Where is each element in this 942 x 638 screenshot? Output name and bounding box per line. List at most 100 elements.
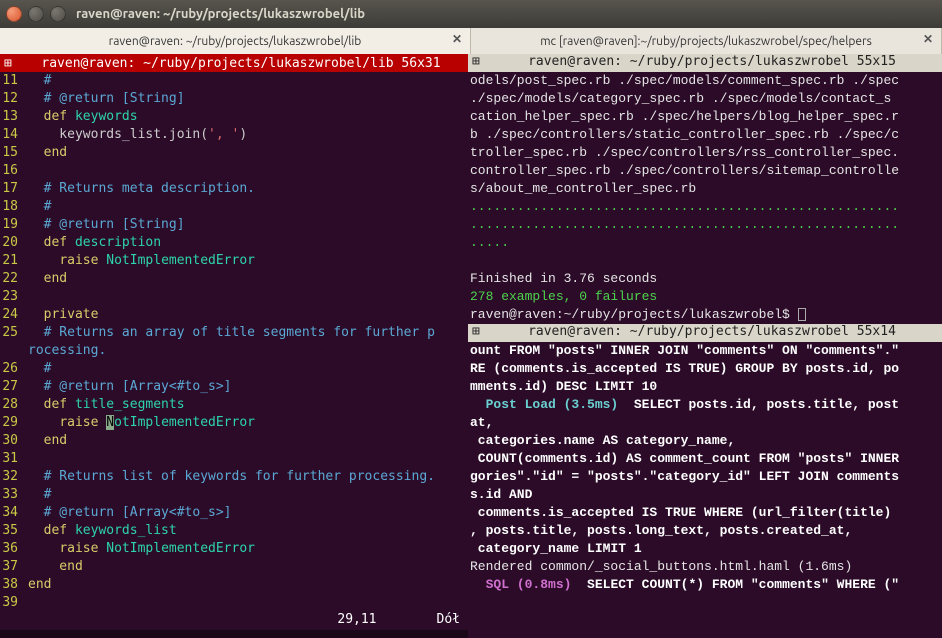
maximize-icon[interactable] bbox=[50, 6, 66, 22]
line-number: 24 bbox=[0, 306, 28, 324]
code-line: 26 # bbox=[0, 360, 468, 378]
line-number: 14 bbox=[0, 126, 28, 144]
tab-terminal-2[interactable]: mc [raven@raven]:~/ruby/projects/lukaszw… bbox=[471, 28, 942, 54]
code-line: 15 end bbox=[0, 144, 468, 162]
line-number: 27 bbox=[0, 378, 28, 396]
bottom-fragment bbox=[0, 630, 468, 638]
line-number: 38 bbox=[0, 576, 28, 594]
status-end: Dół bbox=[437, 612, 460, 630]
code-text: # @return [Array<#to_s>] bbox=[28, 378, 468, 396]
code-line: 32 # Returns list of keywords for furthe… bbox=[0, 468, 468, 486]
right-top-titlebar: ⊞ raven@raven: ~/ruby/projects/lukaszwro… bbox=[468, 54, 942, 72]
code-line: 20 def description bbox=[0, 234, 468, 252]
code-line: 24 private bbox=[0, 306, 468, 324]
code-line: 30 end bbox=[0, 432, 468, 450]
code-text bbox=[28, 450, 468, 468]
left-pane[interactable]: ⊞ raven@raven: ~/ruby/projects/lukaszwro… bbox=[0, 54, 468, 638]
code-text bbox=[28, 288, 468, 306]
window-title: raven@raven: ~/ruby/projects/lukaszwrobe… bbox=[76, 7, 365, 21]
code-line: 12 # @return [String] bbox=[0, 90, 468, 108]
code-text: # @return [String] bbox=[28, 216, 468, 234]
code-text: def keywords_list bbox=[28, 522, 468, 540]
right-top-title: raven@raven: ~/ruby/projects/lukaszwrobe… bbox=[486, 54, 938, 72]
code-text: # @return [String] bbox=[28, 90, 468, 108]
code-line: 36 raise NotImplementedError bbox=[0, 540, 468, 558]
line-number: 23 bbox=[0, 288, 28, 306]
code-text: # Returns list of keywords for further p… bbox=[28, 468, 468, 486]
code-line: 16 bbox=[0, 162, 468, 180]
code-text bbox=[28, 162, 468, 180]
line-number: 34 bbox=[0, 504, 28, 522]
left-pane-titlebar: ⊞ raven@raven: ~/ruby/projects/lukaszwro… bbox=[0, 54, 468, 72]
close-icon[interactable]: ✕ bbox=[923, 32, 933, 46]
code-line: 11 # bbox=[0, 72, 468, 90]
code-text: def keywords bbox=[28, 108, 468, 126]
line-number: 11 bbox=[0, 72, 28, 90]
window-titlebar: raven@raven: ~/ruby/projects/lukaszwrobe… bbox=[0, 0, 942, 28]
line-number: 16 bbox=[0, 162, 28, 180]
line-number bbox=[0, 342, 28, 360]
line-number: 28 bbox=[0, 396, 28, 414]
code-text: keywords_list.join(', ') bbox=[28, 126, 468, 144]
code-text: rocessing. bbox=[28, 342, 468, 360]
tab-label: raven@raven: ~/ruby/projects/lukaszwrobe… bbox=[109, 35, 362, 48]
grid-icon: ⊞ bbox=[4, 56, 18, 71]
split-panes: ⊞ raven@raven: ~/ruby/projects/lukaszwro… bbox=[0, 54, 942, 638]
code-line: rocessing. bbox=[0, 342, 468, 360]
tab-label: mc [raven@raven]:~/ruby/projects/lukaszw… bbox=[540, 35, 872, 48]
code-text: # bbox=[28, 486, 468, 504]
line-number: 20 bbox=[0, 234, 28, 252]
code-line: 23 bbox=[0, 288, 468, 306]
line-number: 39 bbox=[0, 594, 28, 612]
right-pane[interactable]: ⊞ raven@raven: ~/ruby/projects/lukaszwro… bbox=[468, 54, 942, 638]
sql-log-output[interactable]: ount FROM "posts" INNER JOIN "comments" … bbox=[468, 342, 942, 594]
code-text: # Returns meta description. bbox=[28, 180, 468, 198]
code-line: 31 bbox=[0, 450, 468, 468]
line-number: 36 bbox=[0, 540, 28, 558]
code-text: raise NotImplementedError bbox=[28, 414, 468, 432]
grid-icon: ⊞ bbox=[472, 54, 486, 72]
line-number: 19 bbox=[0, 216, 28, 234]
code-text: raise NotImplementedError bbox=[28, 540, 468, 558]
line-number: 26 bbox=[0, 360, 28, 378]
line-number: 18 bbox=[0, 198, 28, 216]
close-icon[interactable] bbox=[6, 6, 22, 22]
vim-statusline: 29,11 Dół bbox=[0, 612, 468, 630]
tab-terminal-1[interactable]: raven@raven: ~/ruby/projects/lukaszwrobe… bbox=[0, 28, 471, 54]
code-text bbox=[28, 594, 468, 612]
code-line: 19 # @return [String] bbox=[0, 216, 468, 234]
code-area[interactable]: 11 #12 # @return [String]13 def keywords… bbox=[0, 72, 468, 612]
window-controls bbox=[6, 6, 66, 22]
right-bottom-titlebar: ⊞ raven@raven: ~/ruby/projects/lukaszwro… bbox=[468, 324, 942, 342]
code-text: # bbox=[28, 72, 468, 90]
rspec-output[interactable]: odels/post_spec.rb ./spec/models/comment… bbox=[468, 72, 942, 324]
code-text: end bbox=[28, 270, 468, 288]
code-text: # bbox=[28, 360, 468, 378]
line-number: 15 bbox=[0, 144, 28, 162]
code-text: def description bbox=[28, 234, 468, 252]
code-text: end bbox=[28, 144, 468, 162]
code-text: # @return [Array<#to_s>] bbox=[28, 504, 468, 522]
close-icon[interactable]: ✕ bbox=[452, 32, 462, 46]
minimize-icon[interactable] bbox=[28, 6, 44, 22]
code-line: 25 # Returns an array of title segments … bbox=[0, 324, 468, 342]
right-bottom-title: raven@raven: ~/ruby/projects/lukaszwrobe… bbox=[486, 324, 938, 342]
code-line: 33 # bbox=[0, 486, 468, 504]
code-line: 29 raise NotImplementedError bbox=[0, 414, 468, 432]
code-text: end bbox=[28, 576, 468, 594]
code-line: 13 def keywords bbox=[0, 108, 468, 126]
line-number: 17 bbox=[0, 180, 28, 198]
code-line: 27 # @return [Array<#to_s>] bbox=[0, 378, 468, 396]
code-text: # Returns an array of title segments for… bbox=[28, 324, 468, 342]
code-text: end bbox=[28, 558, 468, 576]
code-line: 28 def title_segments bbox=[0, 396, 468, 414]
code-line: 35 def keywords_list bbox=[0, 522, 468, 540]
code-line: 38end bbox=[0, 576, 468, 594]
code-line: 21 raise NotImplementedError bbox=[0, 252, 468, 270]
code-line: 39 bbox=[0, 594, 468, 612]
left-pane-title: raven@raven: ~/ruby/projects/lukaszwrobe… bbox=[18, 56, 464, 71]
line-number: 25 bbox=[0, 324, 28, 342]
line-number: 30 bbox=[0, 432, 28, 450]
code-line: 14 keywords_list.join(', ') bbox=[0, 126, 468, 144]
code-line: 37 end bbox=[0, 558, 468, 576]
